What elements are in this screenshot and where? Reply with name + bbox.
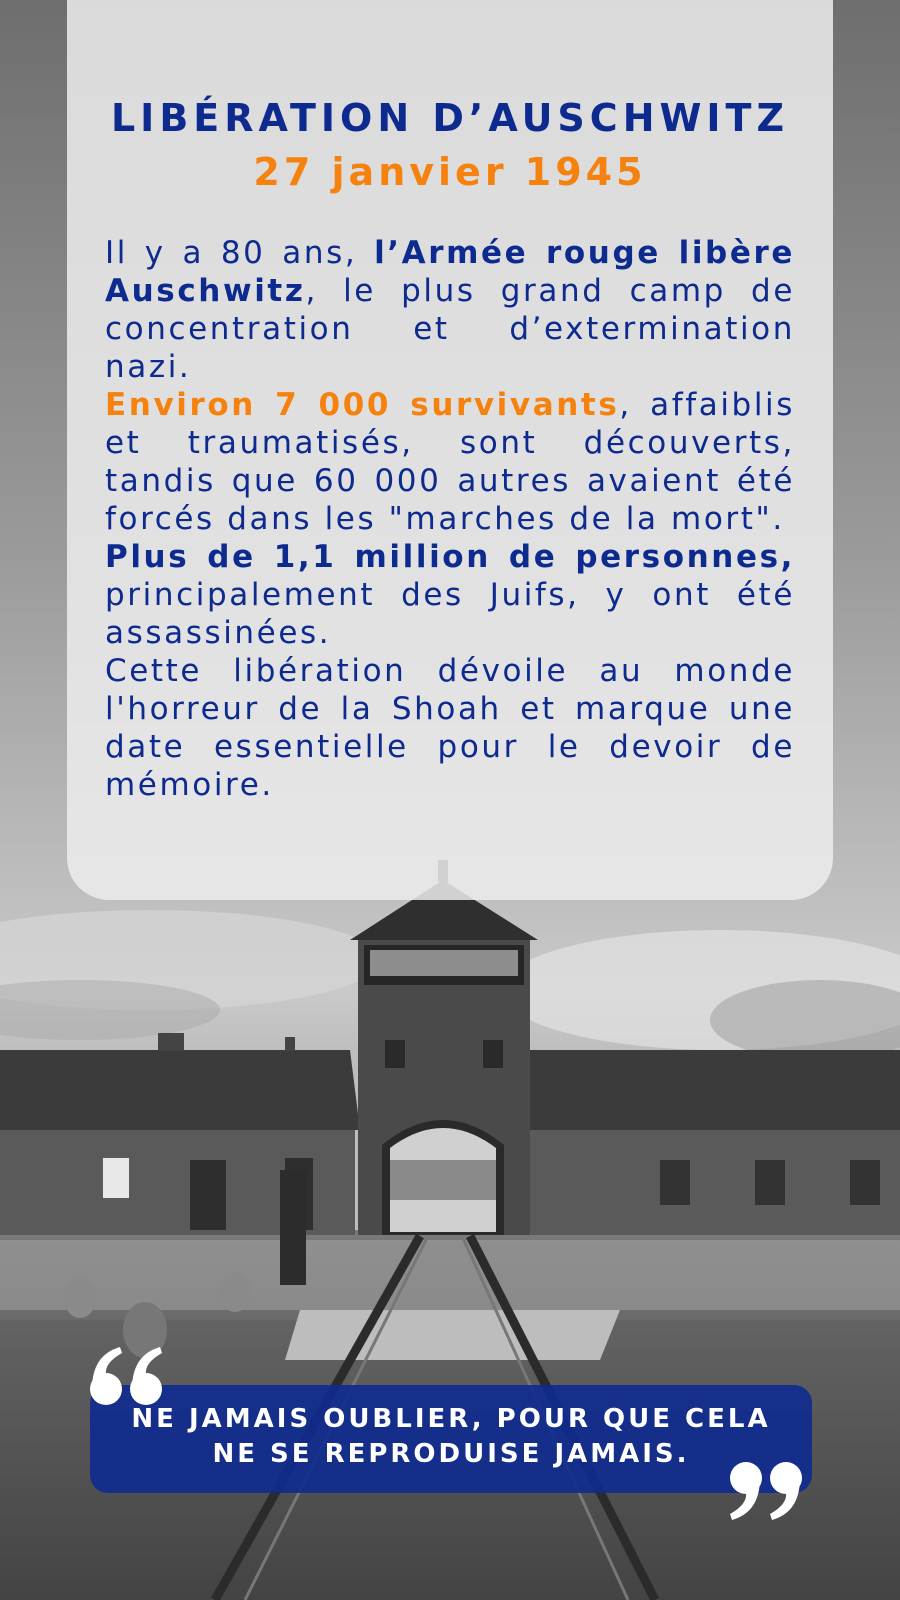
quote-line-1: NE JAMAIS OUBLIER, POUR QUE CELA [131,1404,771,1434]
article-body: Il y a 80 ans, l’Armée rouge libère Ausc… [105,234,795,804]
paragraph-1: Il y a 80 ans, l’Armée rouge libère Ausc… [105,234,795,386]
quote-close-icon [730,1462,802,1520]
date-subtitle: 27 janvier 1945 [253,150,647,194]
paragraph-1-intro: Il y a 80 ans, [105,235,375,271]
quote-open-icon [90,1347,162,1405]
paragraph-3-rest: principalement des Juifs, y ont été assa… [105,577,795,651]
quote-text: NE JAMAIS OUBLIER, POUR QUE CELA NE SE R… [90,1402,812,1472]
page-title: LIBÉRATION D’AUSCHWITZ [110,96,790,140]
paragraph-3: Plus de 1,1 million de personnes, princi… [105,538,795,652]
paragraph-2-highlight: Environ 7 000 survivants [105,387,620,423]
paragraph-2: Environ 7 000 survivants, affaiblis et t… [105,386,795,538]
quote-line-2: NE SE REPRODUISE JAMAIS. [212,1439,690,1469]
paragraph-4: Cette libération dévoile au monde l'horr… [105,653,795,803]
paragraph-3-highlight: Plus de 1,1 million de personnes, [105,539,795,575]
